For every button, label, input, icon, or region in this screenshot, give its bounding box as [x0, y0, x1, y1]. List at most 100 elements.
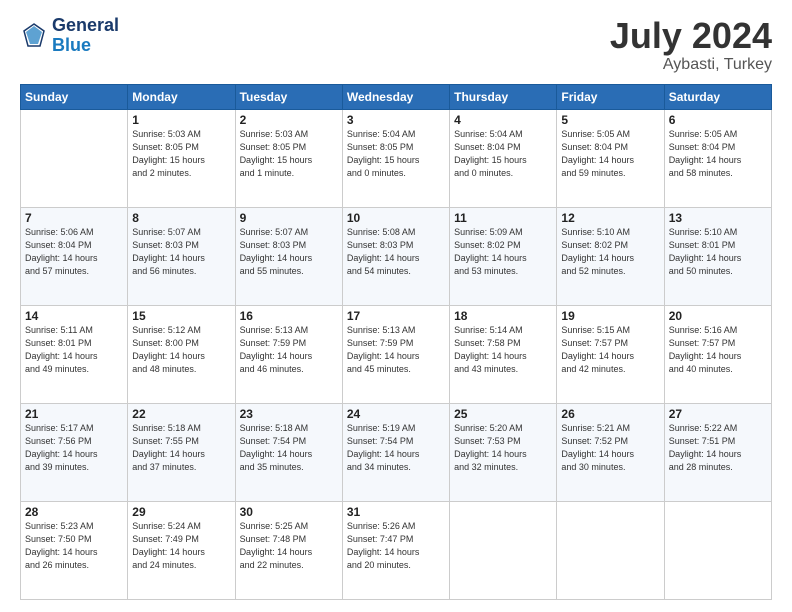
day-number: 21	[25, 407, 123, 421]
calendar-week-row: 21Sunrise: 5:17 AM Sunset: 7:56 PM Dayli…	[21, 403, 772, 501]
day-info: Sunrise: 5:08 AM Sunset: 8:03 PM Dayligh…	[347, 226, 445, 278]
day-number: 9	[240, 211, 338, 225]
calendar-day-cell: 26Sunrise: 5:21 AM Sunset: 7:52 PM Dayli…	[557, 403, 664, 501]
calendar-day-cell: 12Sunrise: 5:10 AM Sunset: 8:02 PM Dayli…	[557, 207, 664, 305]
calendar-day-cell: 11Sunrise: 5:09 AM Sunset: 8:02 PM Dayli…	[450, 207, 557, 305]
day-number: 4	[454, 113, 552, 127]
calendar-day-cell: 18Sunrise: 5:14 AM Sunset: 7:58 PM Dayli…	[450, 305, 557, 403]
calendar-day-cell: 13Sunrise: 5:10 AM Sunset: 8:01 PM Dayli…	[664, 207, 771, 305]
day-info: Sunrise: 5:14 AM Sunset: 7:58 PM Dayligh…	[454, 324, 552, 376]
calendar-table: SundayMondayTuesdayWednesdayThursdayFrid…	[20, 84, 772, 600]
day-number: 18	[454, 309, 552, 323]
page-header: GeneralBlue July 2024 Aybasti, Turkey	[20, 16, 772, 74]
calendar-day-cell: 28Sunrise: 5:23 AM Sunset: 7:50 PM Dayli…	[21, 501, 128, 599]
calendar-day-cell: 24Sunrise: 5:19 AM Sunset: 7:54 PM Dayli…	[342, 403, 449, 501]
subtitle: Aybasti, Turkey	[610, 56, 772, 74]
day-number: 30	[240, 505, 338, 519]
day-number: 17	[347, 309, 445, 323]
calendar-weekday-header: Sunday	[21, 84, 128, 109]
calendar-day-cell: 16Sunrise: 5:13 AM Sunset: 7:59 PM Dayli…	[235, 305, 342, 403]
calendar-day-cell: 29Sunrise: 5:24 AM Sunset: 7:49 PM Dayli…	[128, 501, 235, 599]
calendar-day-cell	[450, 501, 557, 599]
main-title: July 2024	[610, 16, 772, 56]
day-info: Sunrise: 5:11 AM Sunset: 8:01 PM Dayligh…	[25, 324, 123, 376]
calendar-day-cell: 10Sunrise: 5:08 AM Sunset: 8:03 PM Dayli…	[342, 207, 449, 305]
day-number: 23	[240, 407, 338, 421]
calendar-week-row: 1Sunrise: 5:03 AM Sunset: 8:05 PM Daylig…	[21, 109, 772, 207]
day-info: Sunrise: 5:18 AM Sunset: 7:54 PM Dayligh…	[240, 422, 338, 474]
calendar-day-cell: 6Sunrise: 5:05 AM Sunset: 8:04 PM Daylig…	[664, 109, 771, 207]
calendar-day-cell: 7Sunrise: 5:06 AM Sunset: 8:04 PM Daylig…	[21, 207, 128, 305]
day-info: Sunrise: 5:19 AM Sunset: 7:54 PM Dayligh…	[347, 422, 445, 474]
day-number: 10	[347, 211, 445, 225]
day-number: 25	[454, 407, 552, 421]
calendar-day-cell: 20Sunrise: 5:16 AM Sunset: 7:57 PM Dayli…	[664, 305, 771, 403]
calendar-day-cell: 17Sunrise: 5:13 AM Sunset: 7:59 PM Dayli…	[342, 305, 449, 403]
calendar-day-cell: 30Sunrise: 5:25 AM Sunset: 7:48 PM Dayli…	[235, 501, 342, 599]
calendar-day-cell: 14Sunrise: 5:11 AM Sunset: 8:01 PM Dayli…	[21, 305, 128, 403]
calendar-day-cell: 27Sunrise: 5:22 AM Sunset: 7:51 PM Dayli…	[664, 403, 771, 501]
day-number: 5	[561, 113, 659, 127]
day-number: 16	[240, 309, 338, 323]
calendar-day-cell	[557, 501, 664, 599]
day-info: Sunrise: 5:03 AM Sunset: 8:05 PM Dayligh…	[132, 128, 230, 180]
calendar-week-row: 7Sunrise: 5:06 AM Sunset: 8:04 PM Daylig…	[21, 207, 772, 305]
calendar-weekday-header: Friday	[557, 84, 664, 109]
day-info: Sunrise: 5:17 AM Sunset: 7:56 PM Dayligh…	[25, 422, 123, 474]
calendar-day-cell: 1Sunrise: 5:03 AM Sunset: 8:05 PM Daylig…	[128, 109, 235, 207]
calendar-header-row: SundayMondayTuesdayWednesdayThursdayFrid…	[21, 84, 772, 109]
title-block: July 2024 Aybasti, Turkey	[610, 16, 772, 74]
day-number: 22	[132, 407, 230, 421]
calendar-week-row: 28Sunrise: 5:23 AM Sunset: 7:50 PM Dayli…	[21, 501, 772, 599]
calendar-day-cell: 19Sunrise: 5:15 AM Sunset: 7:57 PM Dayli…	[557, 305, 664, 403]
day-number: 3	[347, 113, 445, 127]
day-info: Sunrise: 5:13 AM Sunset: 7:59 PM Dayligh…	[347, 324, 445, 376]
day-number: 20	[669, 309, 767, 323]
logo: GeneralBlue	[20, 16, 119, 56]
logo-text: GeneralBlue	[52, 16, 119, 56]
calendar-day-cell: 22Sunrise: 5:18 AM Sunset: 7:55 PM Dayli…	[128, 403, 235, 501]
day-number: 14	[25, 309, 123, 323]
day-number: 26	[561, 407, 659, 421]
day-number: 12	[561, 211, 659, 225]
day-number: 2	[240, 113, 338, 127]
day-info: Sunrise: 5:06 AM Sunset: 8:04 PM Dayligh…	[25, 226, 123, 278]
calendar-day-cell: 4Sunrise: 5:04 AM Sunset: 8:04 PM Daylig…	[450, 109, 557, 207]
day-number: 31	[347, 505, 445, 519]
day-info: Sunrise: 5:10 AM Sunset: 8:01 PM Dayligh…	[669, 226, 767, 278]
day-number: 8	[132, 211, 230, 225]
calendar-day-cell: 23Sunrise: 5:18 AM Sunset: 7:54 PM Dayli…	[235, 403, 342, 501]
calendar-day-cell	[664, 501, 771, 599]
day-number: 15	[132, 309, 230, 323]
day-info: Sunrise: 5:05 AM Sunset: 8:04 PM Dayligh…	[561, 128, 659, 180]
day-number: 29	[132, 505, 230, 519]
day-info: Sunrise: 5:05 AM Sunset: 8:04 PM Dayligh…	[669, 128, 767, 180]
logo-icon	[20, 22, 48, 50]
day-info: Sunrise: 5:21 AM Sunset: 7:52 PM Dayligh…	[561, 422, 659, 474]
day-info: Sunrise: 5:25 AM Sunset: 7:48 PM Dayligh…	[240, 520, 338, 572]
day-info: Sunrise: 5:04 AM Sunset: 8:04 PM Dayligh…	[454, 128, 552, 180]
calendar-day-cell: 3Sunrise: 5:04 AM Sunset: 8:05 PM Daylig…	[342, 109, 449, 207]
day-info: Sunrise: 5:15 AM Sunset: 7:57 PM Dayligh…	[561, 324, 659, 376]
day-info: Sunrise: 5:10 AM Sunset: 8:02 PM Dayligh…	[561, 226, 659, 278]
calendar-weekday-header: Thursday	[450, 84, 557, 109]
day-info: Sunrise: 5:09 AM Sunset: 8:02 PM Dayligh…	[454, 226, 552, 278]
day-number: 28	[25, 505, 123, 519]
day-info: Sunrise: 5:07 AM Sunset: 8:03 PM Dayligh…	[240, 226, 338, 278]
calendar-day-cell: 5Sunrise: 5:05 AM Sunset: 8:04 PM Daylig…	[557, 109, 664, 207]
day-info: Sunrise: 5:03 AM Sunset: 8:05 PM Dayligh…	[240, 128, 338, 180]
day-info: Sunrise: 5:16 AM Sunset: 7:57 PM Dayligh…	[669, 324, 767, 376]
day-number: 24	[347, 407, 445, 421]
calendar-weekday-header: Monday	[128, 84, 235, 109]
calendar-day-cell: 25Sunrise: 5:20 AM Sunset: 7:53 PM Dayli…	[450, 403, 557, 501]
calendar-week-row: 14Sunrise: 5:11 AM Sunset: 8:01 PM Dayli…	[21, 305, 772, 403]
day-number: 13	[669, 211, 767, 225]
day-info: Sunrise: 5:24 AM Sunset: 7:49 PM Dayligh…	[132, 520, 230, 572]
day-info: Sunrise: 5:04 AM Sunset: 8:05 PM Dayligh…	[347, 128, 445, 180]
calendar-day-cell	[21, 109, 128, 207]
calendar-weekday-header: Saturday	[664, 84, 771, 109]
day-number: 19	[561, 309, 659, 323]
calendar-day-cell: 2Sunrise: 5:03 AM Sunset: 8:05 PM Daylig…	[235, 109, 342, 207]
calendar-weekday-header: Tuesday	[235, 84, 342, 109]
calendar-day-cell: 9Sunrise: 5:07 AM Sunset: 8:03 PM Daylig…	[235, 207, 342, 305]
